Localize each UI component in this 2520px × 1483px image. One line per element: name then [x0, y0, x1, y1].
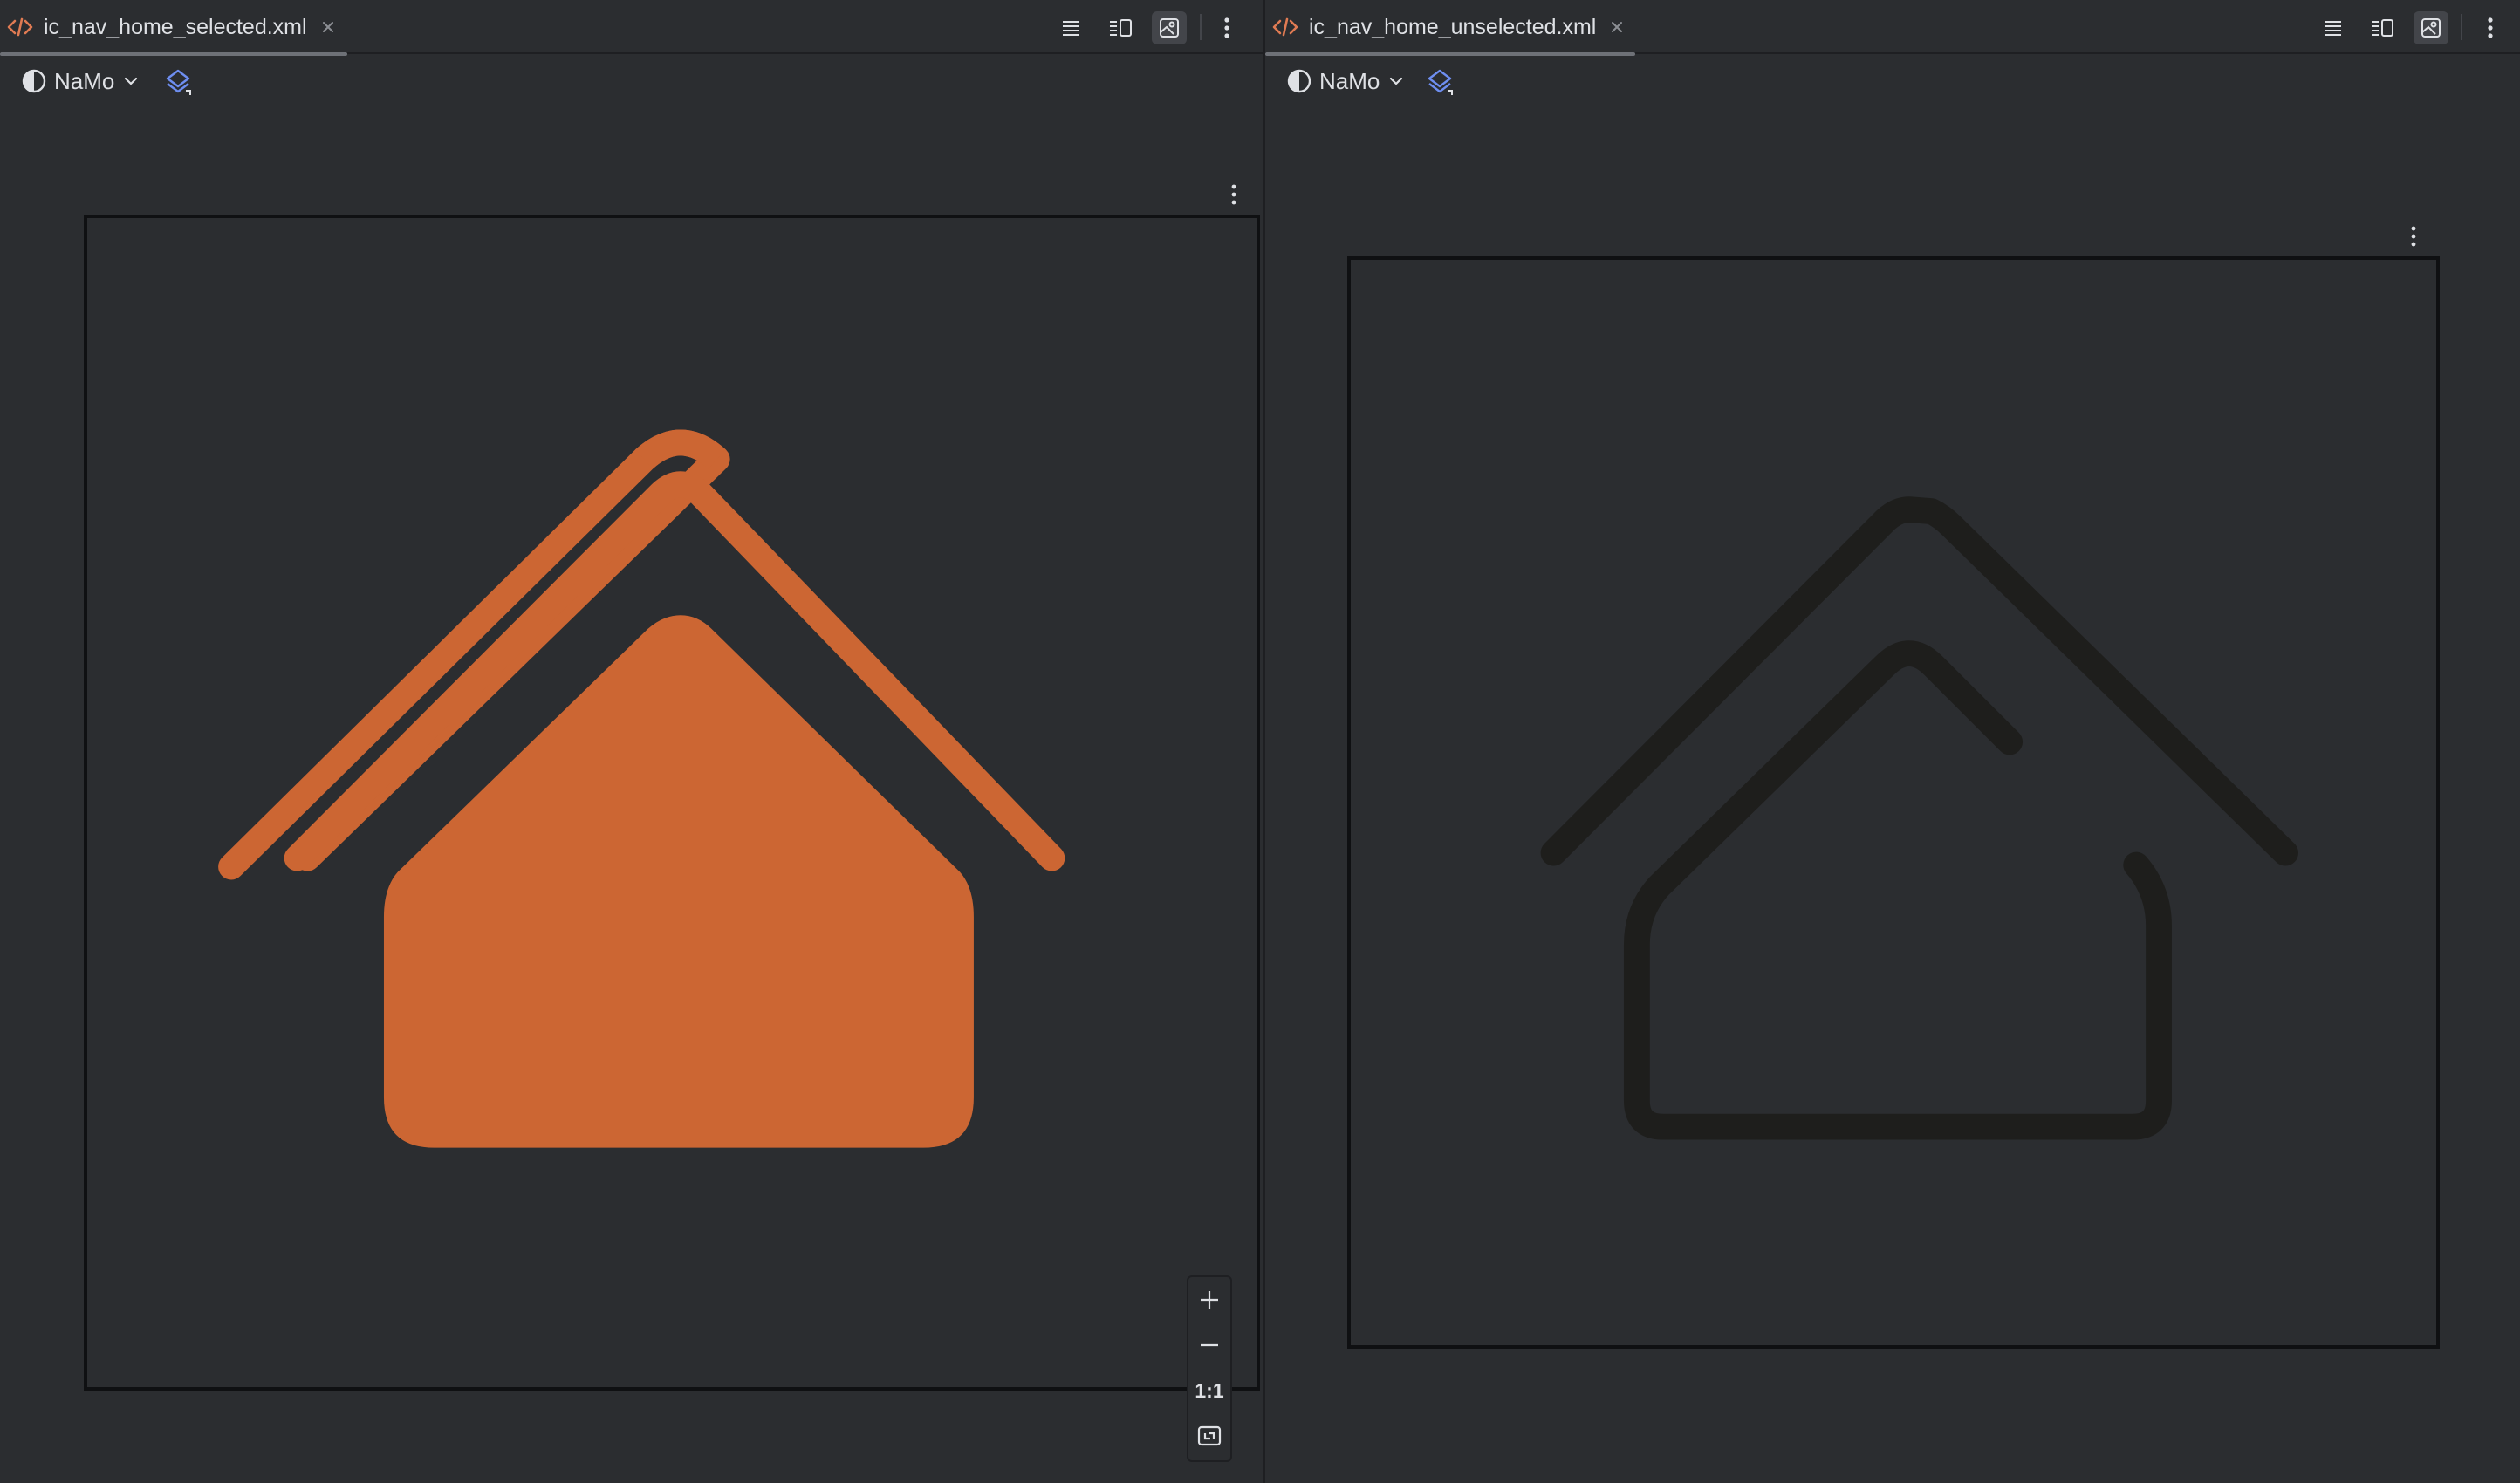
- contrast-icon: [22, 69, 46, 93]
- layers-icon[interactable]: [161, 65, 195, 99]
- editor-pane-left: ic_nav_home_selected.xml NaMo 1:1: [0, 0, 1263, 1483]
- zoom-out-button[interactable]: [1188, 1322, 1230, 1368]
- toolbar-separator: [1200, 14, 1202, 40]
- preview-toolbar: NaMo: [0, 54, 1263, 108]
- tab-bar: ic_nav_home_unselected.xml: [1265, 0, 2520, 56]
- preview-options-icon[interactable]: [2400, 219, 2427, 254]
- theme-picker[interactable]: NaMo: [1286, 66, 1404, 96]
- zoom-controls: 1:1: [1187, 1275, 1232, 1462]
- tab-bar: ic_nav_home_selected.xml: [0, 0, 1263, 56]
- fit-screen-icon[interactable]: [1188, 1413, 1230, 1459]
- preview-canvas: [84, 215, 1260, 1391]
- split-view-icon[interactable]: [1103, 11, 1138, 44]
- toolbar-separator: [2461, 14, 2462, 40]
- tab-ic-nav-home-selected[interactable]: ic_nav_home_selected.xml: [0, 0, 347, 56]
- tab-label: ic_nav_home_selected.xml: [44, 14, 307, 39]
- chevron-down-icon: [125, 77, 138, 85]
- zoom-in-button[interactable]: [1188, 1277, 1230, 1322]
- theme-picker[interactable]: NaMo: [21, 66, 139, 96]
- editor-pane-right: ic_nav_home_unselected.xml NaMo: [1265, 0, 2520, 1483]
- theme-label: NaMo: [54, 67, 115, 94]
- actual-size-button[interactable]: 1:1: [1188, 1368, 1230, 1413]
- close-icon[interactable]: [318, 17, 339, 38]
- chevron-down-icon: [1390, 77, 1403, 85]
- close-icon[interactable]: [1606, 17, 1627, 38]
- home-outline-icon: [1540, 496, 2299, 1140]
- more-vertical-icon[interactable]: [1211, 11, 1243, 44]
- preview-options-icon[interactable]: [1221, 177, 1247, 212]
- code-view-icon[interactable]: [2316, 11, 2351, 44]
- code-view-icon[interactable]: [1053, 11, 1088, 44]
- preview-toolbar: NaMo: [1265, 54, 2520, 108]
- theme-label: NaMo: [1319, 67, 1380, 94]
- home-filled-icon: [218, 429, 1065, 1148]
- more-vertical-icon[interactable]: [2475, 11, 2506, 44]
- design-view-icon[interactable]: [1152, 11, 1187, 44]
- layers-icon[interactable]: [1422, 65, 1457, 99]
- split-view-icon[interactable]: [2365, 11, 2400, 44]
- xml-file-icon: [1270, 15, 1300, 39]
- contrast-icon: [1287, 69, 1311, 93]
- design-view-icon[interactable]: [2414, 11, 2448, 44]
- xml-file-icon: [5, 15, 35, 39]
- preview-canvas: [1347, 256, 2440, 1349]
- tab-label: ic_nav_home_unselected.xml: [1309, 14, 1597, 39]
- tab-ic-nav-home-unselected[interactable]: ic_nav_home_unselected.xml: [1265, 0, 1635, 56]
